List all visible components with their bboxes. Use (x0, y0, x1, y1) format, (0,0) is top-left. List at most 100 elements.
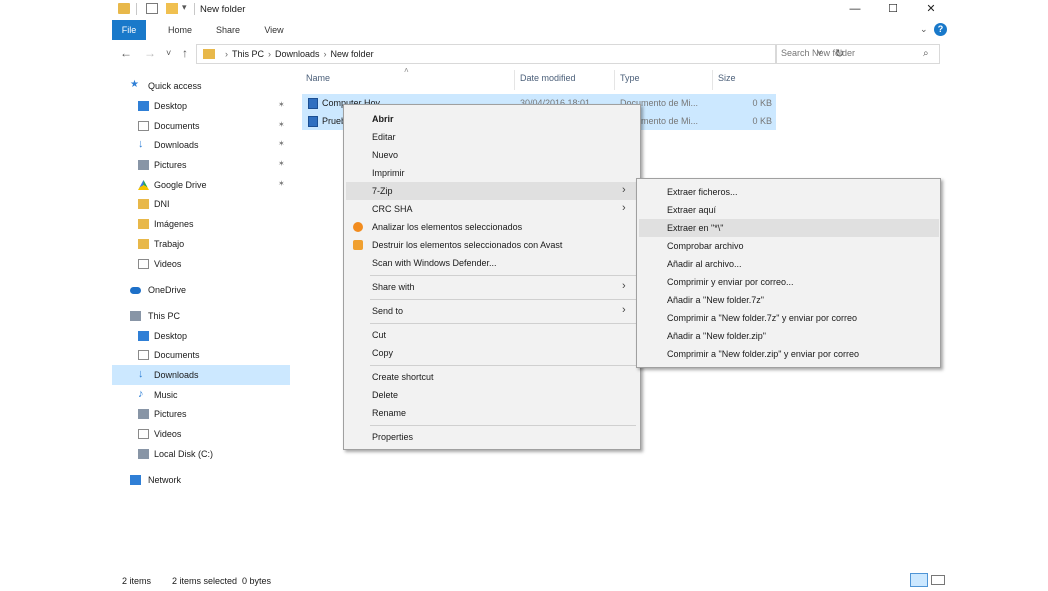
crumb-separator[interactable]: › (268, 49, 271, 59)
nav-item-network[interactable]: Network (112, 470, 290, 490)
tab-file[interactable]: File (112, 20, 146, 40)
nav-item-label: Pictures (154, 409, 187, 419)
menu-item-label: Añadir al archivo... (667, 259, 742, 269)
submenu-item-comprimir-enviar[interactable]: Comprimir y enviar por correo... (639, 273, 939, 291)
menu-item-rename[interactable]: Rename (346, 404, 638, 422)
menu-separator (370, 275, 636, 276)
folder-icon (138, 239, 149, 249)
menu-item-crc-sha[interactable]: CRC SHA › (346, 200, 638, 218)
properties-icon[interactable] (146, 3, 158, 14)
submenu-item-anadir-zip[interactable]: Añadir a "New folder.zip" (639, 327, 939, 345)
menu-item-editar[interactable]: Editar (346, 128, 638, 146)
nav-item-videos[interactable]: Videos (112, 254, 290, 274)
documents-icon (138, 121, 149, 131)
pin-icon[interactable]: ✶ (278, 139, 285, 148)
desktop-icon (138, 101, 149, 111)
menu-item-avast-shred[interactable]: Destruir los elementos seleccionados con… (346, 236, 638, 254)
pin-icon[interactable]: ✶ (278, 179, 285, 188)
menu-item-share-with[interactable]: Share with › (346, 278, 638, 296)
submenu-item-comprobar-archivo[interactable]: Comprobar archivo (639, 237, 939, 255)
breadcrumb-downloads[interactable]: Downloads (275, 49, 320, 59)
nav-item-dni[interactable]: DNI (112, 194, 290, 214)
nav-item-google-drive[interactable]: Google Drive ✶ (112, 175, 290, 195)
pin-icon[interactable]: ✶ (278, 159, 285, 168)
context-menu: Abrir Editar Nuevo Imprimir 7-Zip › CRC S… (343, 104, 641, 450)
menu-item-7zip[interactable]: 7-Zip › (346, 182, 638, 200)
menu-item-cut[interactable]: Cut (346, 326, 638, 344)
column-divider[interactable] (514, 70, 515, 90)
submenu-item-extraer-ficheros[interactable]: Extraer ficheros... (639, 183, 939, 201)
menu-item-defender-scan[interactable]: Scan with Windows Defender... (346, 254, 638, 272)
column-header-date[interactable]: Date modified (520, 73, 576, 83)
tab-share[interactable]: Share (208, 20, 248, 40)
column-header-name[interactable]: Name (306, 73, 330, 83)
pin-icon[interactable]: ✶ (278, 120, 285, 129)
breadcrumb-this-pc[interactable]: This PC (232, 49, 264, 59)
chevron-right-icon: › (622, 202, 626, 214)
menu-item-abrir[interactable]: Abrir (346, 110, 638, 128)
up-arrow-icon[interactable]: ↑ (182, 46, 188, 60)
recent-locations-icon[interactable]: ˅ (166, 48, 171, 58)
search-box[interactable]: ⌕ (776, 44, 940, 64)
submenu-item-comprimir-7z-enviar[interactable]: Comprimir a "New folder.7z" y enviar por… (639, 309, 939, 327)
nav-item-videos[interactable]: Videos (112, 424, 290, 444)
search-input[interactable] (781, 48, 921, 58)
submenu-item-anadir-archivo[interactable]: Añadir al archivo... (639, 255, 939, 273)
menu-item-delete[interactable]: Delete (346, 386, 638, 404)
menu-item-label: Destruir los elementos seleccionados con… (372, 240, 563, 250)
nav-item-downloads[interactable]: ↓ Downloads ✶ (112, 135, 290, 155)
folder-icon[interactable] (118, 3, 130, 14)
menu-item-label: Añadir a "New folder.zip" (667, 331, 766, 341)
new-folder-icon[interactable] (166, 3, 178, 14)
menu-item-label: Send to (372, 306, 404, 316)
nav-item-onedrive[interactable]: OneDrive (112, 280, 290, 300)
search-icon[interactable]: ⌕ (923, 48, 929, 59)
details-view-icon[interactable] (910, 573, 928, 587)
pin-icon[interactable]: ✶ (278, 100, 285, 109)
menu-item-nuevo[interactable]: Nuevo (346, 146, 638, 164)
minimize-button[interactable]: — (838, 0, 872, 18)
nav-item-downloads[interactable]: ↓ Downloads (112, 365, 290, 385)
column-divider[interactable] (712, 70, 713, 90)
back-arrow-icon[interactable]: ← (120, 46, 132, 60)
nav-item-quick-access[interactable]: ★ Quick access (112, 76, 290, 96)
quick-access-dropdown-icon[interactable]: ▾ (182, 2, 187, 13)
nav-item-pictures[interactable]: Pictures (112, 404, 290, 424)
column-divider[interactable] (614, 70, 615, 90)
breadcrumb-new-folder[interactable]: New folder (331, 49, 374, 59)
nav-item-music[interactable]: ♪ Music (112, 385, 290, 405)
tab-home[interactable]: Home (160, 20, 200, 40)
submenu-item-extraer-aqui[interactable]: Extraer aquí (639, 201, 939, 219)
nav-item-label: Google Drive (154, 180, 207, 190)
nav-item-pictures[interactable]: Pictures ✶ (112, 155, 290, 175)
nav-item-trabajo[interactable]: Trabajo (112, 234, 290, 254)
menu-item-imprimir[interactable]: Imprimir (346, 164, 638, 182)
nav-item-desktop[interactable]: Desktop ✶ (112, 96, 290, 116)
nav-item-desktop[interactable]: Desktop (112, 326, 290, 346)
nav-item-imagenes[interactable]: Imágenes (112, 214, 290, 234)
nav-item-documents[interactable]: Documents (112, 345, 290, 365)
column-header-size[interactable]: Size (718, 73, 736, 83)
submenu-item-anadir-7z[interactable]: Añadir a "New folder.7z" (639, 291, 939, 309)
crumb-separator[interactable]: › (324, 49, 327, 59)
expand-ribbon-icon[interactable]: ⌄ (920, 24, 928, 35)
address-bar[interactable]: › This PC › Downloads › New folder ˅ ↻ (196, 44, 844, 64)
tab-view[interactable]: View (256, 20, 292, 40)
submenu-item-comprimir-zip-enviar[interactable]: Comprimir a "New folder.zip" y enviar po… (639, 345, 939, 363)
maximize-button[interactable]: ☐ (876, 0, 910, 18)
forward-arrow-icon[interactable]: → (144, 46, 156, 60)
large-icons-view-icon[interactable] (931, 575, 945, 585)
nav-item-documents[interactable]: Documents ✶ (112, 116, 290, 136)
menu-item-send-to[interactable]: Send to › (346, 302, 638, 320)
menu-item-create-shortcut[interactable]: Create shortcut (346, 368, 638, 386)
nav-item-label: Network (148, 475, 182, 485)
help-icon[interactable]: ? (934, 23, 947, 36)
close-button[interactable]: ✕ (914, 0, 948, 18)
menu-item-copy[interactable]: Copy (346, 344, 638, 362)
menu-item-properties[interactable]: Properties (346, 428, 638, 446)
submenu-item-extraer-en[interactable]: Extraer en "*\" (639, 219, 939, 237)
nav-item-this-pc[interactable]: This PC (112, 306, 290, 326)
column-header-type[interactable]: Type (620, 73, 640, 83)
nav-item-local-disk[interactable]: Local Disk (C:) (112, 444, 290, 464)
menu-item-avast-scan[interactable]: Analizar los elementos seleccionados (346, 218, 638, 236)
